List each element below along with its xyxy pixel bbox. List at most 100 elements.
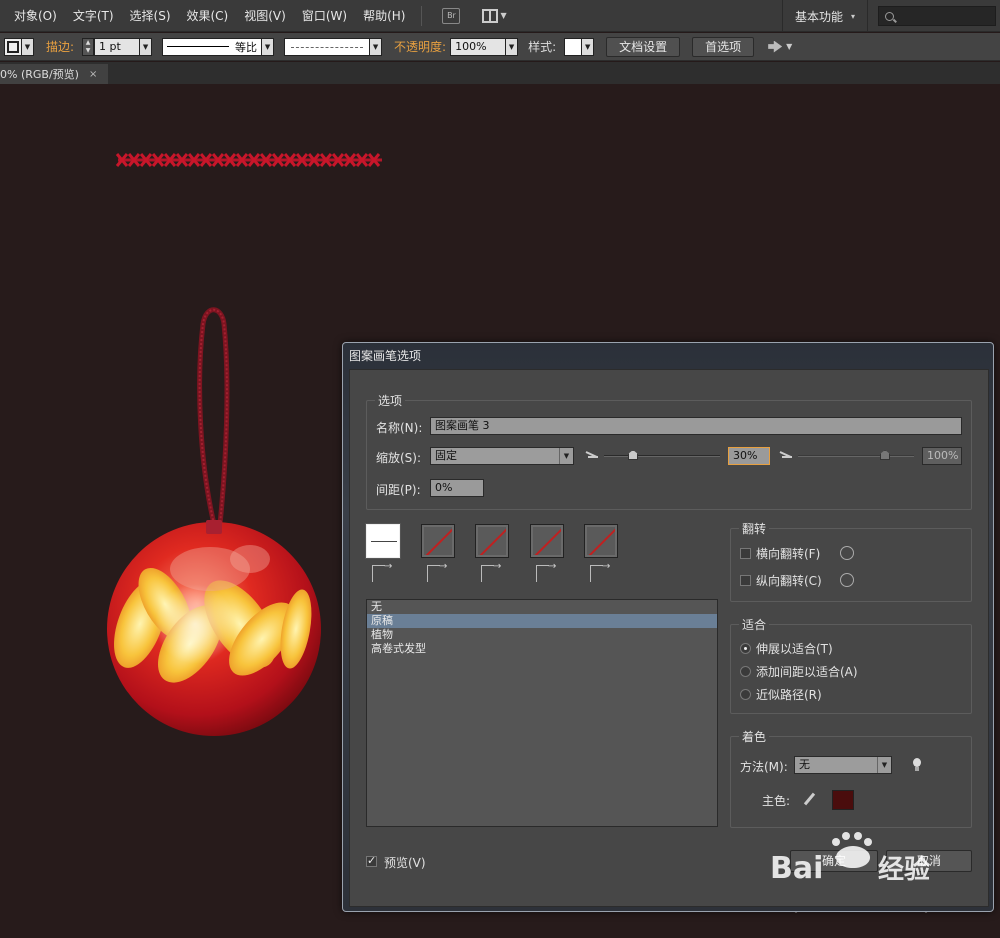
flip-group-title: 翻转: [739, 520, 770, 537]
workspace-label: 基本功能: [795, 9, 844, 24]
key-color-swatch[interactable]: [832, 790, 854, 810]
spacing-input[interactable]: 0%: [430, 479, 484, 497]
menu-item-4[interactable]: 视图(V): [236, 0, 294, 32]
spacing-label: 间距(P):: [376, 483, 421, 497]
scale-label: 缩放(S):: [376, 451, 422, 465]
method-select[interactable]: 无 ▼: [794, 756, 892, 774]
arrange-documents-button[interactable]: ▼: [482, 8, 507, 23]
flip-group: 翻转: [730, 520, 972, 602]
stroke-weight-input[interactable]: 1 pt: [94, 37, 141, 56]
stroke-color-control[interactable]: ▼: [4, 37, 34, 56]
preview-label[interactable]: 预览(V): [384, 854, 426, 871]
fit-group-title: 适合: [739, 616, 770, 633]
flip-vertical-checkbox[interactable]: [740, 575, 751, 586]
scale-select[interactable]: 固定 ▼: [430, 447, 574, 465]
lightbulb-tips-icon[interactable]: [912, 758, 922, 772]
flip-vertical-label[interactable]: 纵向翻转(C): [756, 572, 822, 589]
chevron-down-icon: ▼: [559, 448, 573, 464]
start-tile-button[interactable]: [530, 524, 564, 558]
menu-item-1[interactable]: 文字(T): [65, 0, 122, 32]
document-setup-button[interactable]: 文档设置: [606, 36, 681, 57]
scale-max-input: 100%: [922, 447, 962, 465]
opacity-input[interactable]: 100%: [450, 37, 507, 56]
stroke-weight-spinner[interactable]: ▲ ▼: [82, 37, 95, 56]
menu-items: 对象(O) 文字(T) 选择(S) 效果(C) 视图(V) 窗口(W) 帮助(H): [6, 0, 413, 32]
opacity-label[interactable]: 不透明度:: [394, 38, 446, 55]
end-tile-button[interactable]: [584, 524, 618, 558]
list-item[interactable]: 无: [367, 600, 717, 614]
workspace-switcher[interactable]: 基本功能 ▾: [782, 0, 869, 32]
ok-button[interactable]: 确定: [790, 850, 878, 872]
colorization-group: 着色: [730, 728, 972, 828]
preferences-button[interactable]: 首选项: [692, 36, 755, 57]
stroke-weight-control: ▲ ▼ 1 pt ▼: [82, 37, 153, 56]
stroke-profile-select[interactable]: 等比: [162, 37, 263, 56]
eyedropper-icon[interactable]: [802, 792, 816, 806]
chevron-down-icon[interactable]: ▼: [262, 37, 275, 56]
menu-item-6[interactable]: 帮助(H): [355, 0, 413, 32]
search-icon: [885, 11, 894, 21]
chevron-down-icon: ▾: [851, 11, 856, 21]
stroke-swatch[interactable]: [4, 37, 22, 56]
scale-max-icon: [780, 450, 794, 460]
menu-item-2[interactable]: 选择(S): [122, 0, 179, 32]
search-input[interactable]: [878, 6, 996, 26]
end-tile-icon: [588, 561, 614, 583]
scale-min-input[interactable]: 30%: [728, 447, 770, 465]
chevron-down-icon[interactable]: ▼: [22, 37, 34, 56]
flip-horizontal-checkbox[interactable]: [740, 548, 751, 559]
flip-horizontal-icon: [840, 546, 854, 560]
chevron-down-icon[interactable]: ▼: [140, 37, 153, 56]
side-tile-button[interactable]: [366, 524, 400, 558]
scale-select-value: 固定: [435, 449, 457, 462]
fit-approximate-radio[interactable]: [740, 689, 751, 700]
close-icon[interactable]: ×: [89, 69, 97, 80]
menu-item-0[interactable]: 对象(O): [6, 0, 65, 32]
fit-stretch-label[interactable]: 伸展以适合(T): [756, 640, 833, 657]
no-tile-icon: [424, 527, 452, 555]
method-select-value: 无: [799, 758, 810, 771]
stroke-profile-control: 等比 ▼: [162, 37, 275, 56]
bridge-button[interactable]: Br: [442, 7, 461, 24]
scale-min-icon: [586, 450, 600, 460]
menu-item-3[interactable]: 效果(C): [179, 0, 237, 32]
more-options-icon[interactable]: [768, 40, 783, 53]
dialog-body: 选项 名称(N): 图案画笔 3 缩放(S): 固定 ▼ 30% 100% 间距…: [349, 369, 989, 907]
fit-approximate-label[interactable]: 近似路径(R): [756, 686, 822, 703]
list-item[interactable]: 原稿: [367, 614, 717, 628]
no-tile-icon: [587, 527, 615, 555]
graphic-style-swatch[interactable]: [564, 37, 583, 56]
document-tab[interactable]: 0% (RGB/预览) ×: [0, 64, 108, 84]
chevron-down-icon[interactable]: ▼: [506, 37, 519, 56]
control-bar: ▼ 描边: ▲ ▼ 1 pt ▼ 等比 ▼ ▼ 不透明度: 100% ▼ 样式: …: [0, 33, 1000, 61]
stroke-label[interactable]: 描边:: [46, 38, 74, 55]
scale-min-slider[interactable]: [604, 455, 720, 457]
start-tile-icon: [534, 561, 560, 583]
chevron-down-icon[interactable]: ▼: [786, 42, 792, 51]
chevron-down-icon: ▼: [500, 11, 507, 20]
colorization-group-title: 着色: [739, 728, 770, 745]
stroke-profile-label: 等比: [235, 40, 258, 54]
fit-add-space-label[interactable]: 添加间距以适合(A): [756, 663, 858, 680]
inner-corner-tile-icon: [479, 561, 505, 583]
scale-max-slider[interactable]: [798, 455, 914, 457]
chevron-down-icon[interactable]: ▼: [582, 37, 595, 56]
inner-corner-tile-button[interactable]: [475, 524, 509, 558]
style-label: 样式:: [528, 40, 557, 54]
outer-corner-tile-button[interactable]: [421, 524, 455, 558]
chevron-down-icon[interactable]: ▼: [370, 37, 383, 56]
menu-item-5[interactable]: 窗口(W): [294, 0, 355, 32]
list-item[interactable]: 高卷式发型: [367, 642, 717, 656]
document-tab-title: 0% (RGB/预览): [0, 68, 79, 81]
fit-add-space-radio[interactable]: [740, 666, 751, 677]
name-input[interactable]: 图案画笔 3: [430, 417, 962, 435]
fit-stretch-radio[interactable]: [740, 643, 751, 654]
flip-horizontal-label[interactable]: 横向翻转(F): [756, 545, 820, 562]
preview-checkbox[interactable]: [366, 854, 377, 867]
brush-definition-select[interactable]: [284, 37, 371, 56]
tile-pattern-list[interactable]: 无原稿 植物 高卷式发型: [366, 599, 718, 827]
cancel-button[interactable]: 取消: [886, 850, 972, 872]
list-item[interactable]: 植物: [367, 628, 717, 642]
dialog-title: 图案画笔选项: [349, 349, 422, 363]
no-tile-icon: [478, 527, 506, 555]
